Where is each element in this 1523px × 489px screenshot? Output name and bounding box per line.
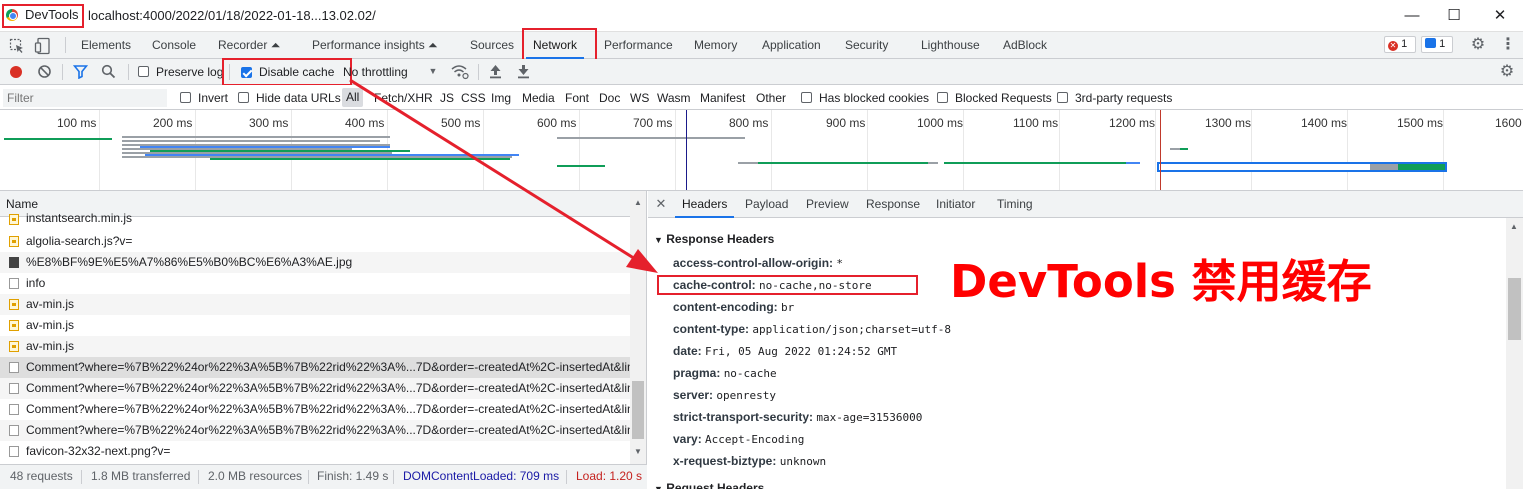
annotation-arrow	[349, 78, 658, 273]
annotation-text: DevTools 禁用缓存	[950, 255, 1372, 308]
